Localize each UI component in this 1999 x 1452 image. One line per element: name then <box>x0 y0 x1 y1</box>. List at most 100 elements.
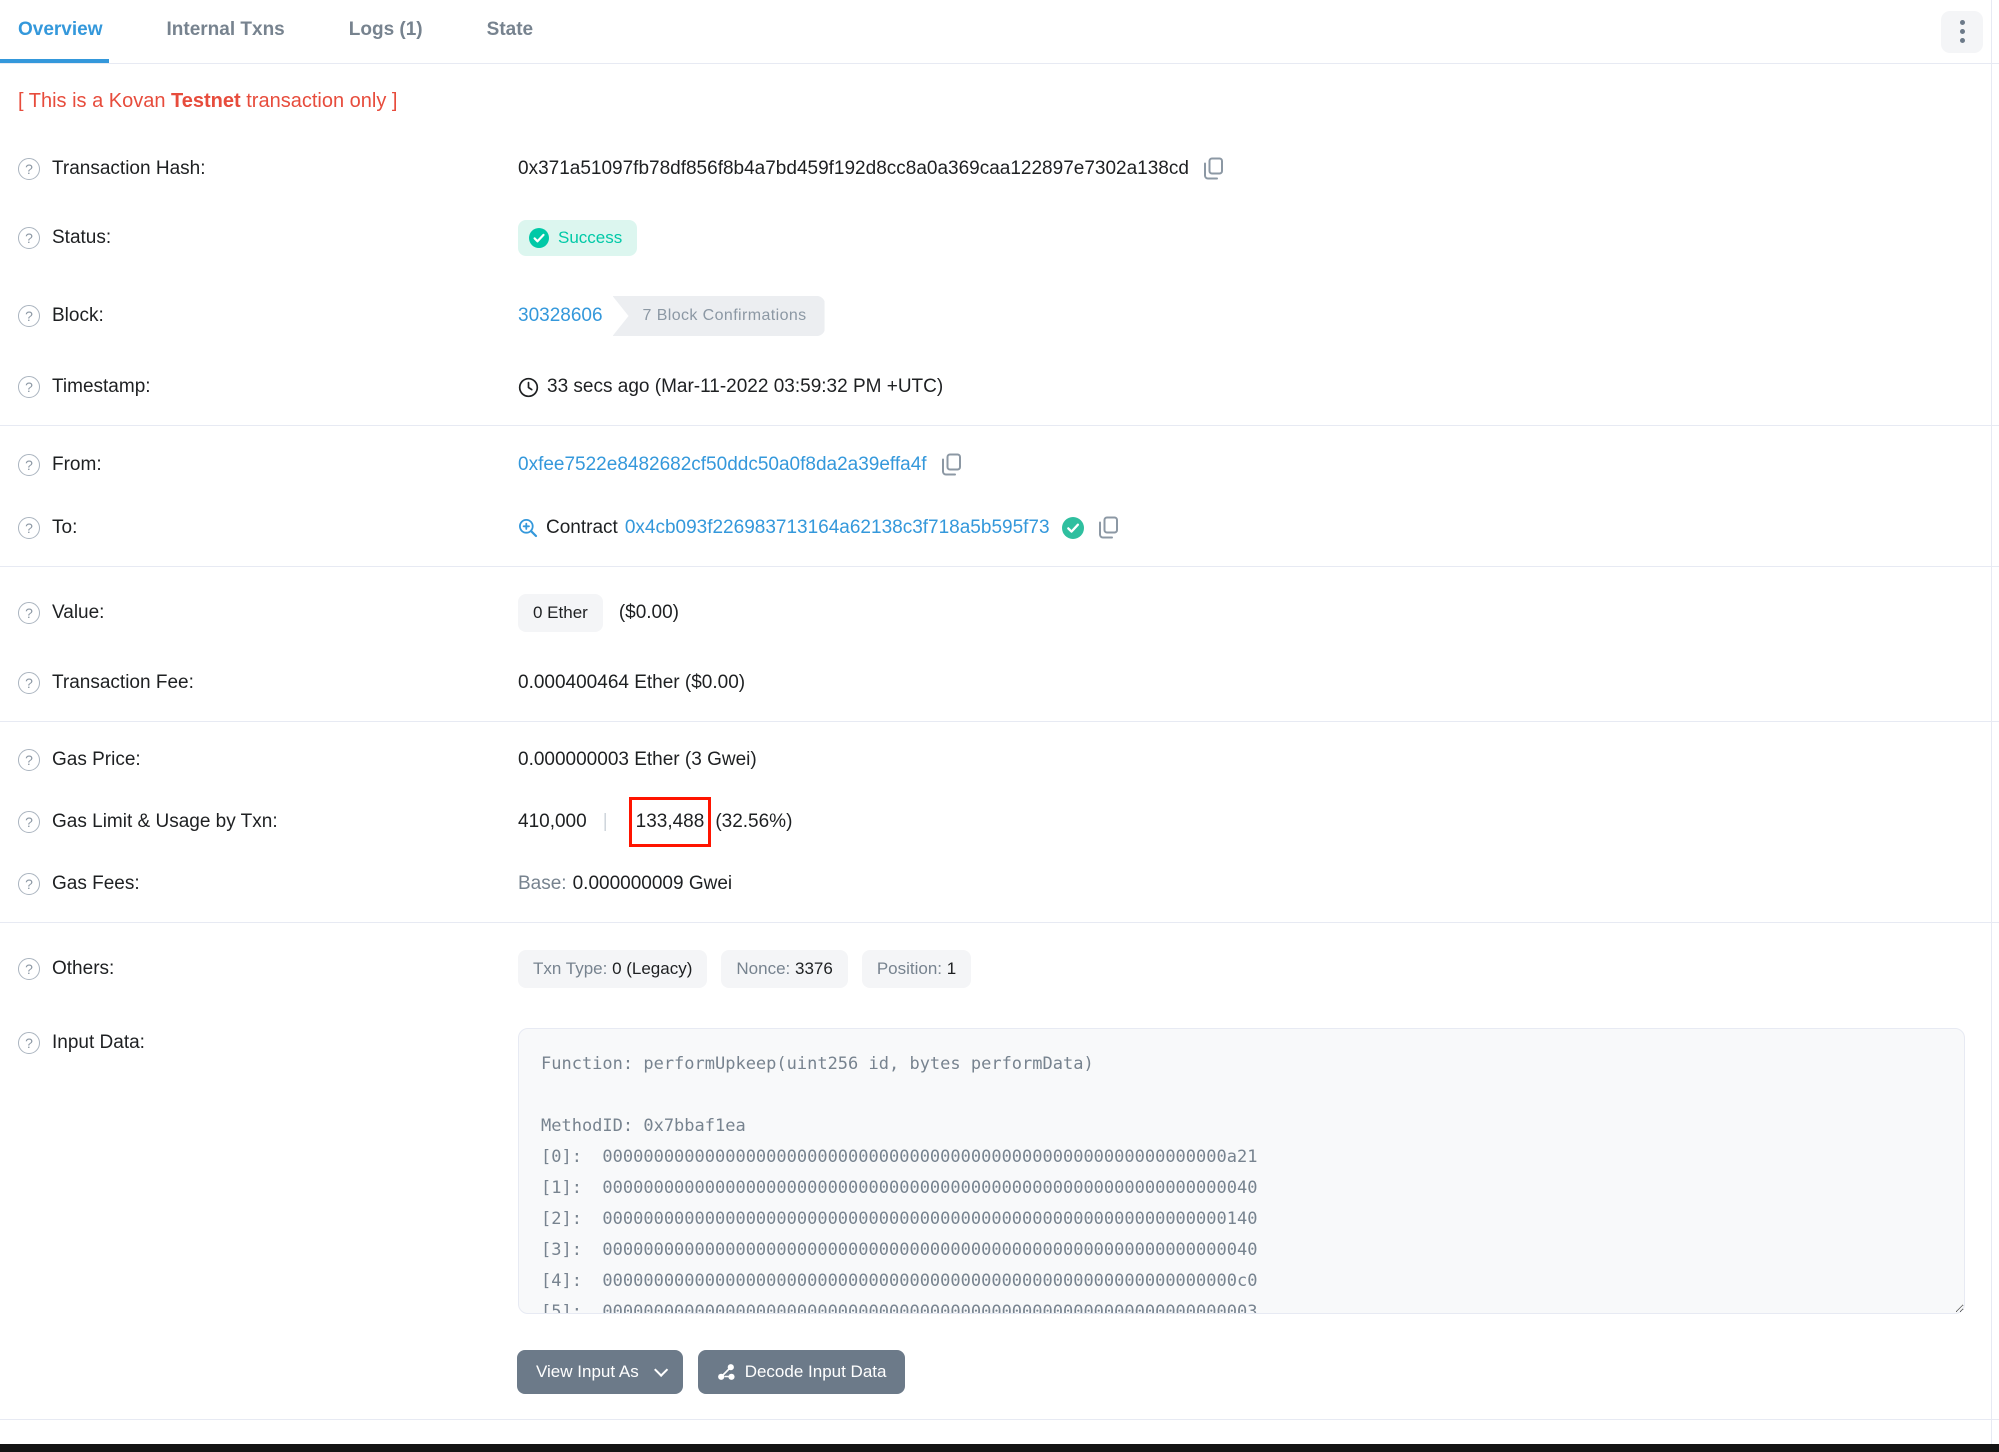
gas-limit-usage-row: Gas Limit & Usage by Txn: 410,000 | 133,… <box>0 791 1999 853</box>
txn-type-value: 0 (Legacy) <box>612 959 693 978</box>
help-icon[interactable] <box>18 873 40 895</box>
status-value: Success <box>558 228 623 247</box>
tab-state[interactable]: State <box>481 0 539 63</box>
base-fee-key: Base: <box>518 873 567 894</box>
annotation-box: 133,488 <box>628 797 712 847</box>
gas-price-label: Gas Price: <box>52 749 141 770</box>
block-label: Block: <box>52 305 104 326</box>
timestamp-label: Timestamp: <box>52 376 151 397</box>
block-number-link[interactable]: 30328606 <box>518 305 603 327</box>
base-fee-value: 0.000000009 Gwei <box>572 873 733 894</box>
transaction-hash-row: Transaction Hash: 0x371a51097fb78df856f8… <box>0 137 1999 200</box>
decode-input-data-label: Decode Input Data <box>744 1362 887 1381</box>
from-label: From: <box>52 453 102 475</box>
gas-limit-value: 410,000 <box>518 811 587 832</box>
txn-type-badge: Txn Type: 0 (Legacy) <box>518 950 708 988</box>
copy-icon <box>941 453 961 476</box>
kebab-dot-icon <box>1959 20 1965 25</box>
view-input-as-button[interactable]: View Input As <box>517 1350 683 1394</box>
value-row: Value: 0 Ether ($0.00) <box>0 574 1999 652</box>
to-label: To: <box>52 516 78 538</box>
kebab-dot-icon <box>1959 29 1965 34</box>
clock-icon <box>518 377 539 398</box>
help-icon[interactable] <box>18 672 40 694</box>
status-row: Status: Success <box>0 200 1999 276</box>
help-icon[interactable] <box>18 376 40 398</box>
check-circle-icon <box>529 228 549 248</box>
gas-price-row: Gas Price: 0.000000003 Ether (3 Gwei) <box>0 729 1999 791</box>
decode-nodes-icon <box>717 1363 735 1380</box>
zoom-in-icon[interactable] <box>518 518 538 538</box>
help-icon[interactable] <box>18 602 40 624</box>
window-bottom-bar <box>0 1444 1999 1452</box>
contract-word: Contract <box>546 516 618 538</box>
divider <box>0 425 1999 426</box>
copy-icon <box>1098 516 1118 539</box>
card-right-border <box>1991 0 1992 1444</box>
from-address-link[interactable]: 0xfee7522e8482682cf50ddc50a0f8da2a39effa… <box>518 454 927 476</box>
decode-input-data-button[interactable]: Decode Input Data <box>697 1350 906 1394</box>
gas-price-value: 0.000000003 Ether (3 Gwei) <box>518 749 757 770</box>
testnet-notice-suffix: transaction only ] <box>240 90 398 112</box>
txn-type-key: Txn Type: <box>533 959 613 978</box>
help-icon[interactable] <box>18 749 40 771</box>
position-value: 1 <box>946 959 957 978</box>
nonce-key: Nonce: <box>736 959 795 978</box>
divider <box>0 1419 1999 1420</box>
block-row: Block: 30328606 7 Block Confirmations <box>0 276 1999 356</box>
input-data-textarea[interactable]: Function: performUpkeep(uint256 id, byte… <box>518 1028 1965 1314</box>
timestamp-row: Timestamp: 33 secs ago (Mar-11-2022 03:5… <box>0 356 1999 418</box>
value-ether-badge: 0 Ether <box>518 594 603 632</box>
help-icon[interactable] <box>18 453 40 476</box>
copy-icon <box>1203 157 1223 180</box>
gas-fees-row: Gas Fees: Base: 0.000000009 Gwei <box>0 853 1999 915</box>
transaction-hash-label: Transaction Hash: <box>52 157 206 179</box>
divider <box>0 721 1999 722</box>
transaction-fee-value: 0.000400464 Ether ($0.00) <box>518 672 746 693</box>
position-badge: Position: 1 <box>861 950 972 988</box>
pipe-separator: | <box>602 811 608 832</box>
transaction-fee-label: Transaction Fee: <box>52 672 194 693</box>
help-icon[interactable] <box>18 227 40 249</box>
tabs: Overview Internal Txns Logs (1) State <box>0 0 591 63</box>
tab-internal-txns[interactable]: Internal Txns <box>161 0 291 63</box>
verified-check-icon <box>1061 516 1084 539</box>
value-label: Value: <box>52 602 105 623</box>
from-row: From: 0xfee7522e8482682cf50ddc50a0f8da2a… <box>0 433 1999 496</box>
help-icon[interactable] <box>18 516 40 539</box>
transaction-fee-row: Transaction Fee: 0.000400464 Ether ($0.0… <box>0 652 1999 714</box>
help-icon[interactable] <box>18 305 40 327</box>
block-confirmations-badge: 7 Block Confirmations <box>612 296 825 336</box>
divider <box>0 566 1999 567</box>
tab-bar: Overview Internal Txns Logs (1) State <box>0 0 1999 64</box>
position-key: Position: <box>876 959 947 978</box>
tab-logs[interactable]: Logs (1) <box>343 0 429 63</box>
input-data-label: Input Data: <box>52 1032 145 1053</box>
transaction-details-page: Overview Internal Txns Logs (1) State [ … <box>0 0 1999 1452</box>
copy-to-address-button[interactable] <box>1098 516 1119 539</box>
kebab-menu-button[interactable] <box>1941 10 1983 53</box>
help-icon[interactable] <box>18 157 40 180</box>
status-badge: Success <box>518 220 638 256</box>
help-icon[interactable] <box>18 958 40 980</box>
testnet-notice: [ This is a Kovan Testnet transaction on… <box>0 64 1999 137</box>
gas-fees-label: Gas Fees: <box>52 873 140 894</box>
tab-overview[interactable]: Overview <box>0 0 109 63</box>
others-label: Others: <box>52 958 115 979</box>
value-usd: ($0.00) <box>618 602 680 623</box>
testnet-notice-bold: Testnet <box>171 90 241 112</box>
others-row: Others: Txn Type: 0 (Legacy) Nonce: 3376… <box>0 930 1999 1008</box>
help-icon[interactable] <box>18 1032 40 1054</box>
help-icon[interactable] <box>18 811 40 833</box>
input-data-row: Input Data: Function: performUpkeep(uint… <box>0 1008 1999 1340</box>
testnet-notice-prefix: [ This is a Kovan <box>18 90 172 112</box>
kebab-dot-icon <box>1959 38 1965 43</box>
status-label: Status: <box>52 227 112 248</box>
view-input-as-label: View Input As <box>536 1362 639 1381</box>
nonce-badge: Nonce: 3376 <box>721 950 848 988</box>
copy-txhash-button[interactable] <box>1203 157 1224 180</box>
to-contract-address-link[interactable]: 0x4cb093f226983713164a62138c3f718a5b595f… <box>625 517 1050 539</box>
timestamp-value: 33 secs ago (Mar-11-2022 03:59:32 PM +UT… <box>547 376 944 397</box>
gas-used-percent: (32.56%) <box>715 811 793 832</box>
copy-from-address-button[interactable] <box>941 453 962 476</box>
